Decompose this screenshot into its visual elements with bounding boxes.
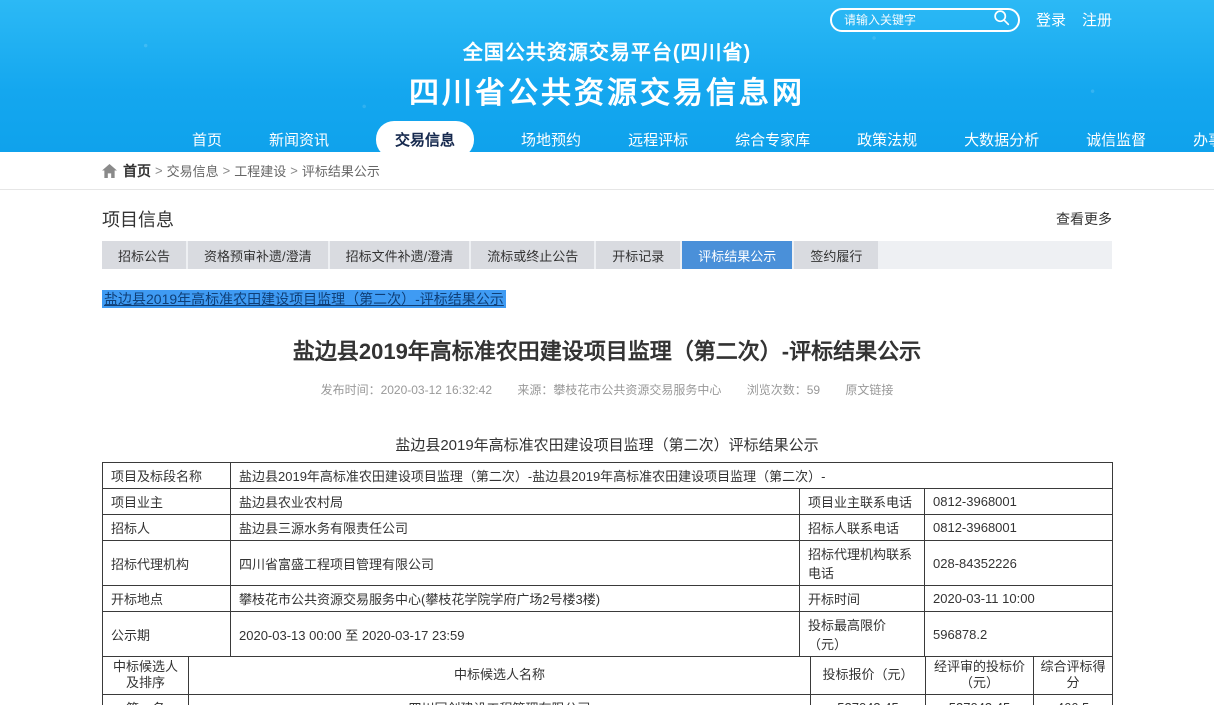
owner-phone-value: 0812-3968001 <box>925 489 1113 515</box>
candidate-name-cell: 四川同创建设工程管理有限公司 <box>189 694 811 705</box>
agency-phone-value: 028-84352226 <box>925 541 1113 586</box>
publicity-period-label: 公示期 <box>103 612 231 657</box>
nav-item-venue-booking[interactable]: 场地预约 <box>521 129 581 150</box>
see-more-link[interactable]: 查看更多 <box>1056 209 1112 229</box>
agency-value: 四川省富盛工程项目管理有限公司 <box>231 541 800 586</box>
breadcrumb-separator: > <box>155 163 163 178</box>
view-count: 浏览次数：59 <box>747 383 820 397</box>
opening-time-value: 2020-03-11 10:00 <box>925 586 1113 612</box>
register-link[interactable]: 注册 <box>1082 9 1112 30</box>
nav-item-policies[interactable]: 政策法规 <box>857 129 917 150</box>
login-link[interactable]: 登录 <box>1036 9 1066 30</box>
table-row: 公示期 2020-03-13 00:00 至 2020-03-17 23:59 … <box>103 612 1113 657</box>
col-header-bid-price: 投标报价（元） <box>811 657 926 695</box>
tenderer-label: 招标人 <box>103 515 231 541</box>
tenderer-value: 盐边县三源水务有限责任公司 <box>231 515 800 541</box>
table-row: 开标地点 攀枝花市公共资源交易服务中心(攀枝花学院学府广场2号楼3楼) 开标时间… <box>103 586 1113 612</box>
col-header-candidate-name: 中标候选人名称 <box>189 657 811 695</box>
bid-price-cell: 527043.45 <box>811 694 926 705</box>
nav-item-news[interactable]: 新闻资讯 <box>269 129 329 150</box>
tab-tender-doc-addendum[interactable]: 招标文件补遗/澄清 <box>330 241 470 269</box>
nav-item-home[interactable]: 首页 <box>192 129 222 150</box>
nav-item-remote-evaluation[interactable]: 远程评标 <box>628 129 688 150</box>
evaluated-price-cell: 527043.45 <box>926 694 1034 705</box>
selected-announcement-link[interactable]: 盐边县2019年高标准农田建设项目监理（第二次）-评标结果公示 <box>102 290 506 308</box>
owner-label: 项目业主 <box>103 489 231 515</box>
rank-cell: 第一名 <box>103 694 189 705</box>
score-cell: 466.5 <box>1034 694 1113 705</box>
opening-place-value: 攀枝花市公共资源交易服务中心(攀枝花学院学府广场2号楼3楼) <box>231 586 800 612</box>
col-header-rank: 中标候选人及排序 <box>103 657 189 695</box>
table-row: 招标人 盐边县三源水务有限责任公司 招标人联系电话 0812-3968001 <box>103 515 1113 541</box>
search-box[interactable] <box>830 8 1020 32</box>
tab-contract-performance[interactable]: 签约履行 <box>794 241 878 269</box>
breadcrumb-home[interactable]: 首页 <box>123 161 151 181</box>
max-price-label: 投标最高限价（元） <box>800 612 925 657</box>
search-input[interactable] <box>844 13 984 27</box>
site-header: 登录 注册 全国公共资源交易平台(四川省) 四川省公共资源交易信息网 首页 新闻… <box>0 0 1214 152</box>
platform-title: 全国公共资源交易平台(四川省) <box>102 36 1112 65</box>
agency-label: 招标代理机构 <box>103 541 231 586</box>
main-nav: 首页 新闻资讯 交易信息 场地预约 远程评标 综合专家库 政策法规 大数据分析 … <box>102 121 1112 157</box>
publicity-period-value: 2020-03-13 00:00 至 2020-03-17 23:59 <box>231 612 800 657</box>
page-title: 项目信息 <box>102 206 174 232</box>
breadcrumb-evaluation-result[interactable]: 评标结果公示 <box>302 161 380 180</box>
home-icon <box>102 164 117 178</box>
col-header-evaluated-price: 经评审的投标价（元） <box>926 657 1034 695</box>
agency-phone-label: 招标代理机构联系电话 <box>800 541 925 586</box>
original-link[interactable]: 原文链接 <box>845 383 893 397</box>
nav-item-expert-pool[interactable]: 综合专家库 <box>735 129 810 150</box>
breadcrumb-engineering[interactable]: 工程建设 <box>234 161 286 180</box>
opening-time-label: 开标时间 <box>800 586 925 612</box>
tab-strip: 招标公告 资格预审补遗/澄清 招标文件补遗/澄清 流标或终止公告 开标记录 评标… <box>102 241 1112 269</box>
article-meta: 发布时间：2020-03-12 16:32:42 来源：攀枝花市公共资源交易服务… <box>102 381 1112 398</box>
tab-evaluation-result[interactable]: 评标结果公示 <box>682 241 792 269</box>
col-header-score: 综合评标得分 <box>1034 657 1113 695</box>
publish-time: 发布时间：2020-03-12 16:32:42 <box>321 383 492 397</box>
tab-prequalification-addendum[interactable]: 资格预审补遗/澄清 <box>188 241 328 269</box>
nav-item-trade-info[interactable]: 交易信息 <box>376 121 474 158</box>
breadcrumb-bar: 首页 > 交易信息 > 工程建设 > 评标结果公示 <box>0 152 1214 190</box>
owner-phone-label: 项目业主联系电话 <box>800 489 925 515</box>
owner-value: 盐边县农业农村局 <box>231 489 800 515</box>
header-top-row: 登录 注册 <box>102 0 1112 32</box>
project-name-value: 盐边县2019年高标准农田建设项目监理（第二次）-盐边县2019年高标准农田建设… <box>231 463 1113 489</box>
breadcrumb: 首页 > 交易信息 > 工程建设 > 评标结果公示 <box>102 161 1112 181</box>
opening-place-label: 开标地点 <box>103 586 231 612</box>
breadcrumb-trade-info[interactable]: 交易信息 <box>167 161 219 180</box>
project-name-label: 项目及标段名称 <box>103 463 231 489</box>
result-table-title: 盐边县2019年高标准农田建设项目监理（第二次）评标结果公示 <box>102 434 1112 455</box>
breadcrumb-separator: > <box>223 163 231 178</box>
site-title: 四川省公共资源交易信息网 <box>102 68 1112 112</box>
article-title: 盐边县2019年高标准农田建设项目监理（第二次）-评标结果公示 <box>102 334 1112 366</box>
tenderer-phone-value: 0812-3968001 <box>925 515 1113 541</box>
breadcrumb-separator: > <box>290 163 298 178</box>
table-row: 招标代理机构 四川省富盛工程项目管理有限公司 招标代理机构联系电话 028-84… <box>103 541 1113 586</box>
tab-tender-announcement[interactable]: 招标公告 <box>102 241 186 269</box>
tenderer-phone-label: 招标人联系电话 <box>800 515 925 541</box>
table-row: 项目及标段名称 盐边县2019年高标准农田建设项目监理（第二次）-盐边县2019… <box>103 463 1113 489</box>
search-icon[interactable] <box>993 9 1010 31</box>
result-list-item[interactable]: 盐边县2019年高标准农田建设项目监理（第二次）-评标结果公示 <box>102 289 1112 309</box>
max-price-value: 596878.2 <box>925 612 1113 657</box>
table-row: 项目业主 盐边县农业农村局 项目业主联系电话 0812-3968001 <box>103 489 1113 515</box>
nav-item-big-data[interactable]: 大数据分析 <box>964 129 1039 150</box>
table-header-row: 中标候选人及排序 中标候选人名称 投标报价（元） 经评审的投标价（元） 综合评标… <box>103 657 1113 695</box>
nav-item-guide[interactable]: 办事指南 <box>1193 129 1214 150</box>
candidates-table: 中标候选人及排序 中标候选人名称 投标报价（元） 经评审的投标价（元） 综合评标… <box>102 656 1113 705</box>
nav-item-integrity[interactable]: 诚信监督 <box>1086 129 1146 150</box>
table-row: 第一名 四川同创建设工程管理有限公司 527043.45 527043.45 4… <box>103 694 1113 705</box>
tab-failed-terminated[interactable]: 流标或终止公告 <box>471 241 594 269</box>
project-info-table: 项目及标段名称 盐边县2019年高标准农田建设项目监理（第二次）-盐边县2019… <box>102 462 1113 657</box>
source: 来源：攀枝花市公共资源交易服务中心 <box>517 383 721 397</box>
tab-bid-opening-record[interactable]: 开标记录 <box>596 241 680 269</box>
